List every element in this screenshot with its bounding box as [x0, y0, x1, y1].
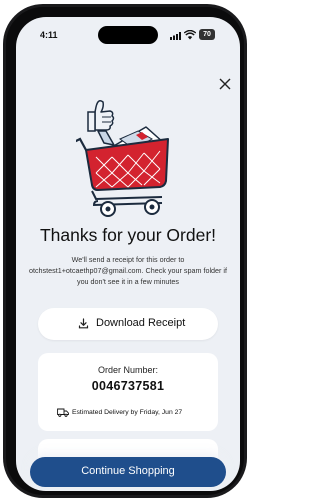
phone-frame: 4:11 70 Thanks for your Order! We'll sen… — [3, 4, 247, 498]
status-time: 4:11 — [40, 30, 58, 40]
wifi-icon — [184, 30, 196, 40]
download-receipt-label: Download Receipt — [96, 317, 186, 329]
estimated-delivery: Estimated Delivery by Friday, Jun 27 — [72, 409, 183, 416]
battery-indicator: 70 — [199, 29, 215, 40]
screen: 4:11 70 Thanks for your Order! We'll sen… — [16, 17, 240, 491]
signal-icon — [170, 32, 181, 40]
truck-icon — [57, 408, 69, 417]
order-card: Order Number: 0046737581 Estimated Deliv… — [38, 353, 218, 431]
receipt-message: We'll send a receipt for this order to o… — [28, 255, 228, 286]
download-icon — [78, 318, 89, 329]
order-number: 0046737581 — [91, 379, 165, 393]
continue-shopping-label: Continue Shopping — [81, 465, 175, 477]
continue-shopping-button[interactable]: Continue Shopping — [30, 457, 226, 487]
page-title: Thanks for your Order! — [39, 225, 217, 245]
close-icon[interactable] — [218, 77, 232, 91]
dynamic-island — [98, 26, 158, 44]
order-number-label: Order Number: — [97, 365, 159, 375]
shopping-cart-illustration — [76, 100, 169, 217]
download-receipt-button[interactable]: Download Receipt — [38, 308, 218, 340]
status-bar: 4:11 70 — [16, 17, 240, 51]
